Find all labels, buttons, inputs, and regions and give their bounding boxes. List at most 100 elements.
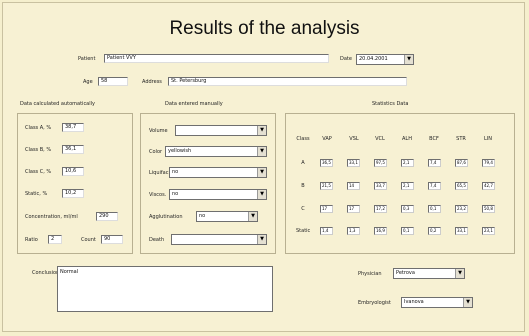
stats-cell[interactable]: 50,8 [482,205,495,213]
stats-cell[interactable]: 0,1 [401,227,414,235]
manual-heading: Data entered manually [165,101,223,107]
physician-select[interactable]: Petrova ▼ [393,268,465,279]
auto-field-label: Concentration, ml/ml [25,214,78,220]
volume-select[interactable]: ▼ [175,125,267,136]
stats-cell[interactable]: 33,1 [347,159,360,167]
stats-column-header: VAP [322,136,332,142]
stats-cell[interactable]: 21,5 [320,182,333,190]
chevron-down-icon[interactable]: ▼ [257,147,266,156]
stats-row-label: C [301,206,305,212]
embryologist-value: Ivanova [404,299,424,305]
count-input[interactable]: 90 [101,235,123,244]
color-select[interactable]: yellowish ▼ [165,146,267,157]
stats-cell[interactable]: 0,1 [428,205,441,213]
stats-cell[interactable]: 1,3 [347,227,360,235]
auto-field-label: Class A, % [25,125,52,131]
date-label: Date [340,56,352,62]
auto-field-label: Class C, % [25,169,52,175]
stats-row-label: B [301,183,305,189]
concentration-input[interactable]: 290 [96,212,118,221]
manual-field-label: Death [149,237,165,243]
stats-column-header: ALH [402,136,412,142]
stats-cell[interactable]: 33,1 [455,227,468,235]
stats-cell[interactable]: 23,2 [455,205,468,213]
stats-cell[interactable]: 7,4 [428,159,441,167]
stats-column-header: Class [296,136,310,142]
chevron-down-icon[interactable]: ▼ [404,55,413,64]
stats-cell[interactable]: 7,4 [428,182,441,190]
agglutination-select[interactable]: no ▼ [196,211,258,222]
liquifaction-select[interactable]: no ▼ [169,167,267,178]
age-label: Age [83,79,93,85]
stats-column-header: VCL [375,136,385,142]
manual-field-label: Agglutination [149,214,183,220]
ratio-label: Ratio [25,237,38,243]
stats-cell[interactable]: 2,1 [401,159,414,167]
stats-cell[interactable]: 65,5 [455,182,468,190]
stats-cell[interactable]: 87,6 [455,159,468,167]
class-b-input[interactable]: 36,1 [62,145,84,154]
stats-cell[interactable]: 23,1 [482,227,495,235]
patient-label: Patient [78,56,96,62]
age-input[interactable]: 58 [98,77,128,86]
stats-cell[interactable]: 42,7 [482,182,495,190]
stats-column-header: BCF [429,136,439,142]
viscosity-select[interactable]: no ▼ [169,189,267,200]
stats-cell[interactable]: 97,5 [374,159,387,167]
stats-column-header: LIN [483,136,492,142]
class-a-input[interactable]: 38,7 [62,123,84,132]
physician-value: Petrova [396,270,415,276]
stats-cell[interactable]: 1,4 [320,227,333,235]
chevron-down-icon[interactable]: ▼ [257,235,266,244]
chevron-down-icon[interactable]: ▼ [455,269,464,278]
stats-cell[interactable]: 79,4 [482,159,495,167]
auto-heading: Data calculated automatically [20,101,95,107]
auto-group [17,113,133,254]
manual-field-label: Viscos. [149,192,167,198]
manual-field-label: Color [149,149,163,155]
death-select[interactable]: ▼ [171,234,267,245]
stats-cell[interactable]: 17 [347,205,360,213]
stats-cell[interactable]: 2,1 [401,182,414,190]
agglutination-value: no [199,213,206,219]
stats-column-header: VSL [349,136,359,142]
ratio-input[interactable]: 2 [48,235,62,244]
stats-heading: Statistics Data [372,101,409,107]
conclusion-textarea[interactable]: Normal [57,266,273,312]
chevron-down-icon[interactable]: ▼ [257,190,266,199]
stats-cell[interactable]: 17,2 [374,205,387,213]
stats-column-header: STR [456,136,466,142]
stats-cell[interactable]: 0,2 [428,227,441,235]
stats-cell[interactable]: 14 [347,182,360,190]
manual-field-label: Volume [149,128,168,134]
manual-field-label: Liquifac. [149,170,171,176]
stats-row-label: A [301,160,305,166]
viscosity-value: no [172,191,179,197]
chevron-down-icon[interactable]: ▼ [248,212,257,221]
date-value: 20.04.2001 [359,56,388,62]
count-label: Count [81,237,96,243]
auto-field-label: Static, % [25,191,48,197]
static-input[interactable]: 10,2 [62,189,84,198]
stats-cell[interactable]: 36,5 [320,159,333,167]
embryologist-label: Embryologist [358,300,391,306]
auto-field-label: Class B, % [25,147,52,153]
physician-label: Physician [358,271,382,277]
class-c-input[interactable]: 10,6 [62,167,84,176]
embryologist-select[interactable]: Ivanova ▼ [401,297,473,308]
date-select[interactable]: 20.04.2001 ▼ [356,54,414,65]
color-value: yellowish [168,148,192,154]
stats-cell[interactable]: 33,7 [374,182,387,190]
stats-cell[interactable]: 0,3 [401,205,414,213]
stats-cell[interactable]: 16,9 [374,227,387,235]
address-input[interactable]: St. Petersburg [168,77,407,86]
address-label: Address [142,79,162,85]
chevron-down-icon[interactable]: ▼ [257,168,266,177]
conclusion-label: Conclusion [32,270,60,276]
stats-cell[interactable]: 17 [320,205,333,213]
patient-input[interactable]: Patient VVY [104,54,329,63]
liquifaction-value: no [172,169,179,175]
stats-row-label: Static [296,228,311,234]
chevron-down-icon[interactable]: ▼ [257,126,266,135]
chevron-down-icon[interactable]: ▼ [463,298,472,307]
